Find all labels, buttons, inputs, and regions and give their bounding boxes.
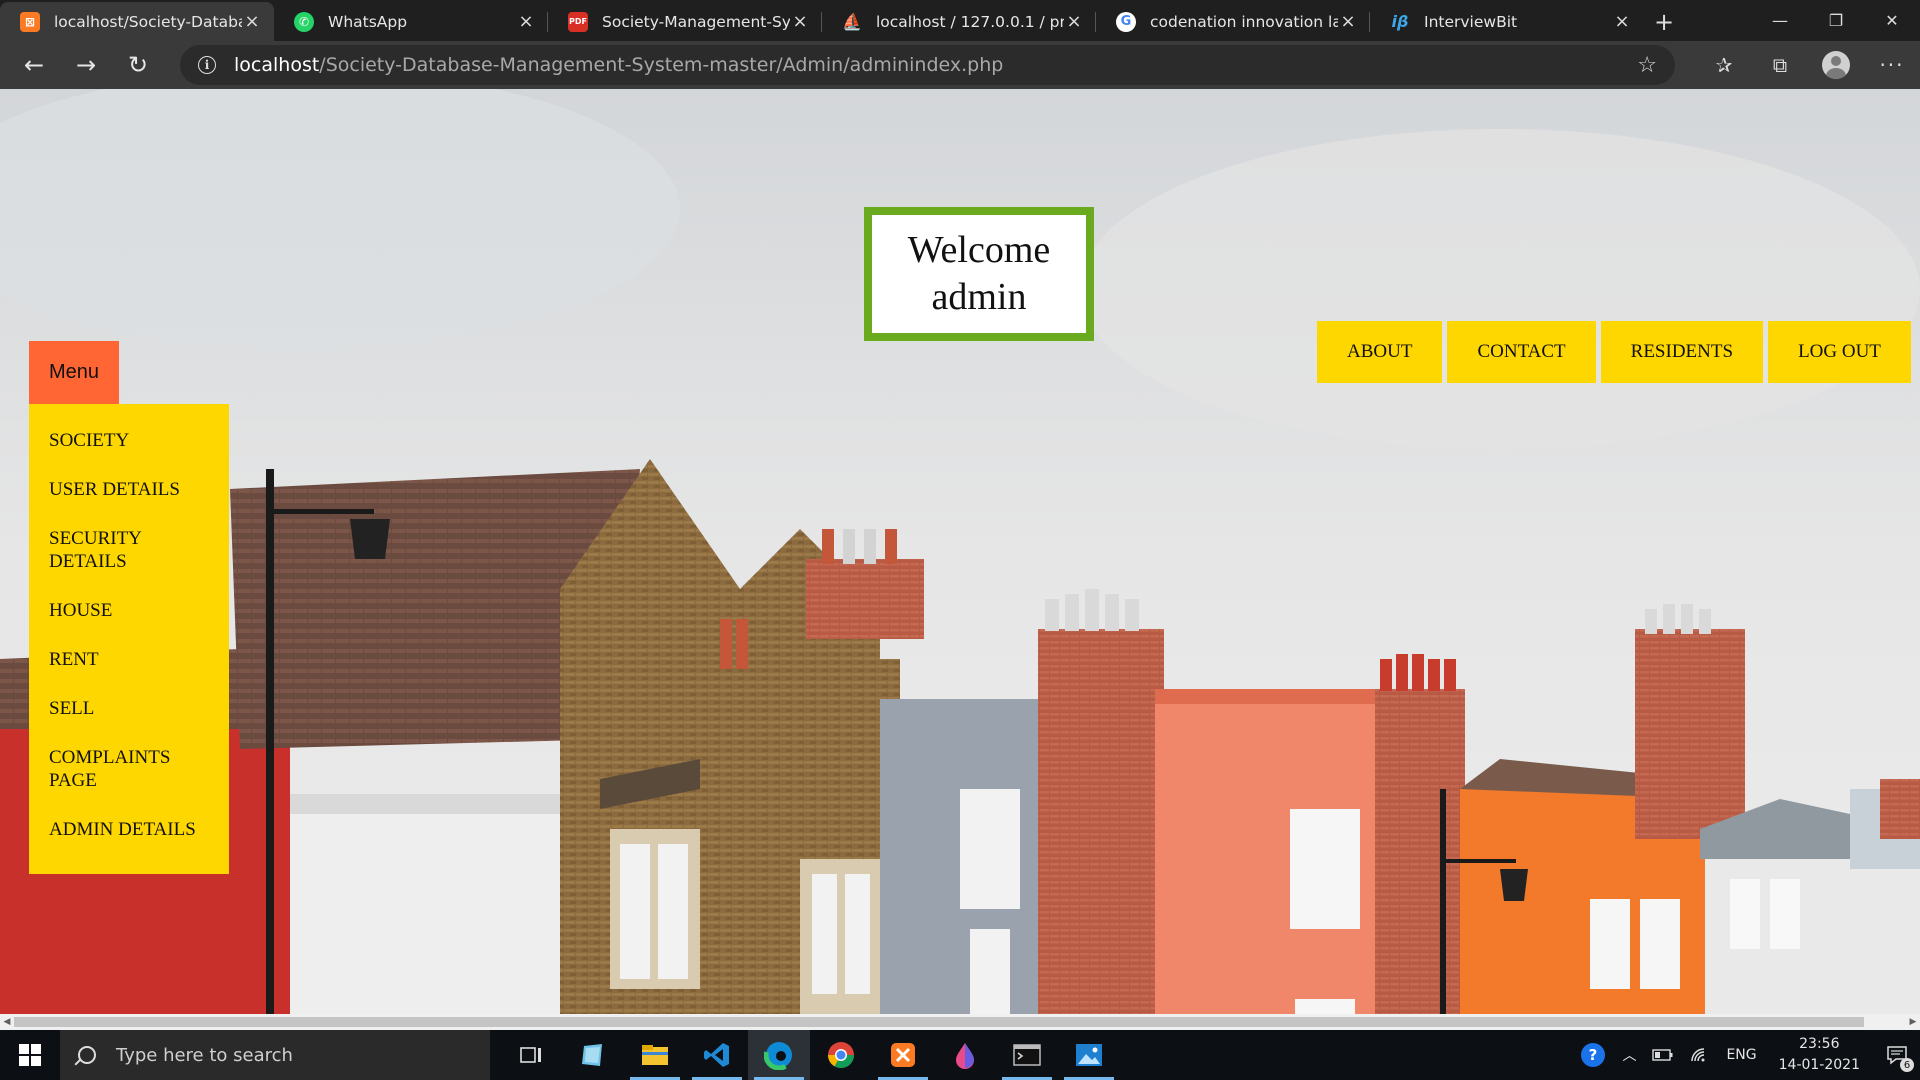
close-tab-icon[interactable]: × bbox=[790, 11, 810, 32]
tab-society-management-pdf[interactable]: PDF Society-Management-System × bbox=[548, 2, 822, 41]
start-button[interactable] bbox=[0, 1030, 60, 1080]
collections-icon[interactable]: ⧉ bbox=[1752, 41, 1808, 89]
scrollbar-thumb[interactable] bbox=[14, 1017, 1864, 1027]
task-view-icon[interactable] bbox=[500, 1030, 562, 1080]
scroll-left-arrow-icon[interactable]: ◀ bbox=[0, 1014, 14, 1030]
search-icon bbox=[78, 1046, 96, 1064]
clock-time: 23:56 bbox=[1799, 1036, 1840, 1052]
search-placeholder: Type here to search bbox=[116, 1044, 293, 1066]
whatsapp-icon: ✆ bbox=[294, 11, 314, 32]
profile-button[interactable] bbox=[1808, 41, 1864, 89]
close-tab-icon[interactable]: × bbox=[516, 11, 536, 32]
tab-title: localhost/Society-Database-M bbox=[54, 12, 242, 31]
phpmyadmin-icon: ⛵ bbox=[842, 12, 862, 31]
menu-button[interactable]: Menu bbox=[29, 341, 119, 404]
show-hidden-icons-chevron-up-icon[interactable]: ︿ bbox=[1614, 1030, 1644, 1080]
google-icon: G bbox=[1116, 11, 1136, 32]
minimize-button[interactable]: — bbox=[1752, 0, 1808, 41]
tab-interviewbit[interactable]: iβ InterviewBit × bbox=[1370, 2, 1644, 41]
forward-button[interactable]: → bbox=[60, 45, 112, 85]
wifi-icon[interactable] bbox=[1682, 1030, 1718, 1080]
tab-title: InterviewBit bbox=[1424, 12, 1518, 31]
menu-item-society[interactable]: SOCIETY bbox=[29, 416, 229, 465]
nav-about[interactable]: ABOUT bbox=[1317, 321, 1443, 383]
site-info-icon[interactable]: i bbox=[198, 56, 216, 74]
menu-dropdown: SOCIETY USER DETAILS SECURITY DETAILS HO… bbox=[29, 404, 229, 874]
close-window-button[interactable]: ✕ bbox=[1864, 0, 1920, 41]
top-navigation: ABOUT CONTACT RESIDENTS LOG OUT bbox=[1317, 321, 1916, 383]
nav-log-out[interactable]: LOG OUT bbox=[1768, 321, 1911, 383]
menu-item-house[interactable]: HOUSE bbox=[29, 586, 229, 635]
close-tab-icon[interactable]: × bbox=[1612, 11, 1632, 32]
tab-localhost-society[interactable]: ⊠ localhost/Society-Database-M × bbox=[0, 2, 274, 41]
restore-button[interactable]: ❐ bbox=[1808, 0, 1864, 41]
menu-item-complaints-page[interactable]: COMPLAINTS PAGE bbox=[29, 733, 229, 805]
favorites-icon[interactable]: ✰ bbox=[1696, 41, 1752, 89]
bookmark-star-icon[interactable]: ☆ bbox=[1637, 53, 1657, 78]
language-indicator[interactable]: ENG bbox=[1718, 1030, 1764, 1080]
terminal-icon[interactable] bbox=[996, 1030, 1058, 1080]
address-bar[interactable]: i localhost/Society-Database-Management-… bbox=[180, 45, 1675, 85]
toolbar-tools: ✰ ⧉ ··· bbox=[1696, 41, 1920, 89]
vscode-icon[interactable] bbox=[686, 1030, 748, 1080]
menu-item-sell[interactable]: SELL bbox=[29, 684, 229, 733]
xampp-icon: ⊠ bbox=[20, 11, 40, 32]
file-explorer-icon[interactable] bbox=[624, 1030, 686, 1080]
window-controls: — ❐ ✕ bbox=[1752, 0, 1920, 41]
windows-taskbar: Type here to search ? ︿ ENG 23:56 14-01-… bbox=[0, 1030, 1920, 1080]
more-options-icon[interactable]: ··· bbox=[1864, 41, 1920, 89]
menu-button-label: Menu bbox=[48, 361, 100, 383]
tab-title: codenation innovation labs - bbox=[1150, 12, 1338, 31]
system-tray: ? ︿ ENG 23:56 14-01-2021 6 bbox=[1572, 1030, 1920, 1080]
menu-item-rent[interactable]: RENT bbox=[29, 635, 229, 684]
browser-toolbar: ← → ↻ i localhost/Society-Database-Manag… bbox=[0, 41, 1920, 89]
menu-item-admin-details[interactable]: ADMIN DETAILS bbox=[29, 805, 229, 854]
welcome-text: Welcome admin bbox=[907, 229, 1051, 318]
menu-item-user-details[interactable]: USER DETAILS bbox=[29, 465, 229, 514]
tab-codenation[interactable]: G codenation innovation labs - × bbox=[1096, 2, 1370, 41]
close-tab-icon[interactable]: × bbox=[1338, 11, 1358, 32]
nav-residents[interactable]: RESIDENTS bbox=[1600, 321, 1764, 383]
action-center-button[interactable]: 6 bbox=[1874, 1030, 1920, 1080]
tab-whatsapp[interactable]: ✆ WhatsApp × bbox=[274, 2, 548, 41]
help-icon[interactable]: ? bbox=[1572, 1030, 1614, 1080]
avatar bbox=[1822, 51, 1850, 79]
menu-item-security-details[interactable]: SECURITY DETAILS bbox=[29, 514, 229, 586]
welcome-banner: Welcome admin bbox=[864, 207, 1094, 341]
notepad-app-icon[interactable] bbox=[562, 1030, 624, 1080]
close-tab-icon[interactable]: × bbox=[1064, 11, 1084, 32]
back-button[interactable]: ← bbox=[8, 45, 60, 85]
clock[interactable]: 23:56 14-01-2021 bbox=[1765, 1034, 1874, 1076]
battery-icon[interactable] bbox=[1644, 1030, 1682, 1080]
edge-browser-icon[interactable] bbox=[748, 1030, 810, 1080]
taskbar-search-box[interactable]: Type here to search bbox=[60, 1030, 490, 1080]
tab-title: WhatsApp bbox=[328, 12, 408, 31]
chrome-icon[interactable] bbox=[810, 1030, 872, 1080]
url-host: localhost bbox=[234, 54, 320, 76]
pdf-icon: PDF bbox=[568, 11, 588, 32]
taskbar-apps bbox=[500, 1030, 1120, 1080]
close-tab-icon[interactable]: × bbox=[242, 11, 262, 32]
tab-title: Society-Management-System bbox=[602, 12, 790, 31]
windows-logo-icon bbox=[19, 1044, 41, 1066]
tab-title: localhost / 127.0.0.1 / project bbox=[876, 12, 1064, 31]
page-viewport: Welcome admin Menu SOCIETY USER DETAILS … bbox=[0, 89, 1920, 1014]
new-tab-button[interactable]: + bbox=[1644, 2, 1684, 41]
scroll-right-arrow-icon[interactable]: ▶ bbox=[1906, 1014, 1920, 1030]
url-path: /Society-Database-Management-System-mast… bbox=[319, 54, 1004, 76]
horizontal-scrollbar[interactable]: ◀ ▶ bbox=[0, 1014, 1920, 1030]
nav-contact[interactable]: CONTACT bbox=[1447, 321, 1596, 383]
svg-text:?: ? bbox=[1589, 1046, 1598, 1064]
tab-phpmyadmin[interactable]: ⛵ localhost / 127.0.0.1 / project × bbox=[822, 2, 1096, 41]
photos-app-icon[interactable] bbox=[1058, 1030, 1120, 1080]
paint-drop-app-icon[interactable] bbox=[934, 1030, 996, 1080]
notification-count-badge: 6 bbox=[1900, 1058, 1914, 1072]
interviewbit-icon: iβ bbox=[1391, 12, 1409, 31]
reload-button[interactable]: ↻ bbox=[112, 45, 164, 85]
xampp-app-icon[interactable] bbox=[872, 1030, 934, 1080]
clock-date: 14-01-2021 bbox=[1778, 1057, 1860, 1073]
browser-tab-bar: ⊠ localhost/Society-Database-M × ✆ Whats… bbox=[0, 0, 1920, 41]
